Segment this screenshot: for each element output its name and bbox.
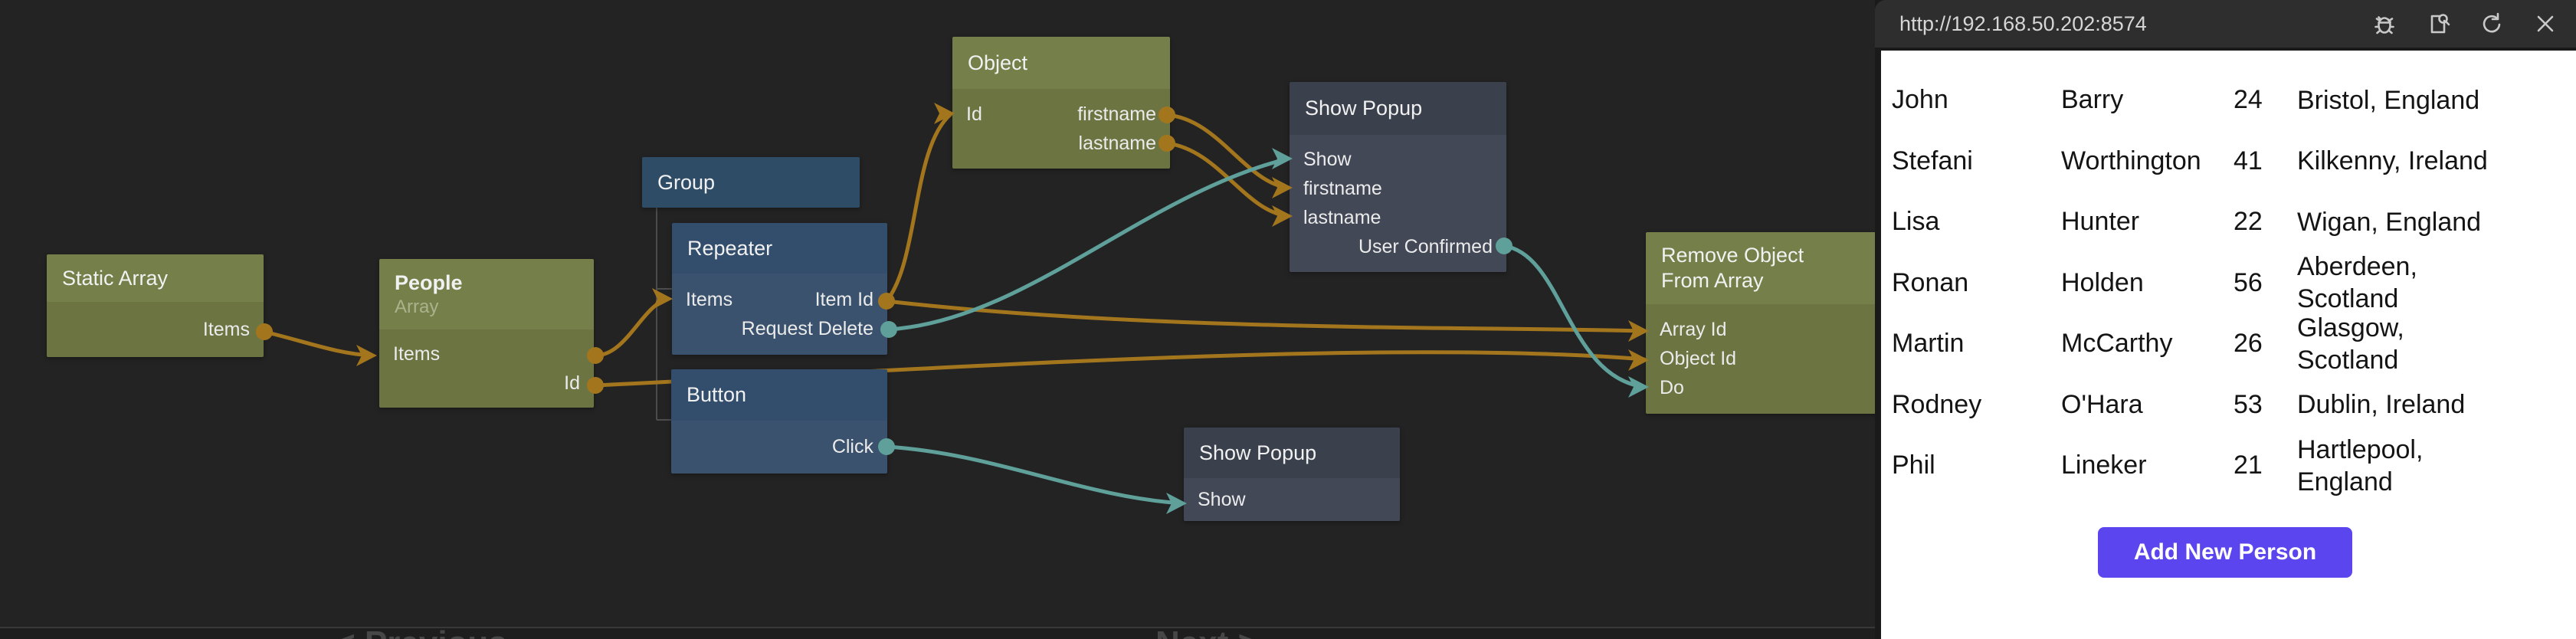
node-title: Object — [968, 51, 1155, 76]
location: Glasgow, Scotland — [2297, 312, 2568, 376]
node-title: People — [395, 270, 578, 296]
node-show-popup-new[interactable]: Show Popup Show — [1184, 428, 1400, 521]
last-name: Worthington — [2061, 146, 2234, 176]
person-row: Rodney O'Hara 53 Dublin, Ireland — [1892, 375, 2568, 436]
last-name: Barry — [2061, 85, 2234, 115]
port-userconfirmed-out[interactable]: User Confirmed — [1358, 236, 1493, 258]
age: 24 — [2234, 85, 2297, 115]
next-page-button[interactable]: Next > — [1155, 627, 1257, 639]
port-firstname-out[interactable]: firstname — [1077, 103, 1156, 126]
wire-userconfirmed-to-remove-do — [1504, 246, 1644, 387]
url-text: http://192.168.50.202:8574 — [1899, 12, 2147, 36]
node-title: Button — [687, 382, 872, 408]
last-name: Holden — [2061, 268, 2234, 298]
port-id-in[interactable]: Id — [966, 103, 982, 126]
port-show-in[interactable]: Show — [1198, 489, 1246, 511]
people-table: John Barry 24 Bristol, England Stefani W… — [1892, 70, 2568, 496]
last-name: McCarthy — [2061, 329, 2234, 359]
wire-staticarray-items-to-people-items — [264, 332, 372, 356]
person-row: Phil Lineker 21 Hartlepool, England — [1892, 435, 2568, 496]
first-name: Martin — [1892, 329, 2061, 359]
person-row: Ronan Holden 56 Aberdeen, Scotland — [1892, 253, 2568, 314]
wire-repeater-itemid-to-remove-arrayid — [887, 301, 1644, 331]
age: 53 — [2234, 390, 2297, 420]
preview-url-bar: http://192.168.50.202:8574 — [1875, 0, 2576, 48]
node-editor-canvas[interactable]: Static Array Items People Array Items Id… — [0, 0, 1875, 639]
wire-layer — [0, 0, 1875, 639]
location: Aberdeen, Scotland — [2297, 251, 2568, 315]
debug-icon[interactable] — [2371, 10, 2398, 38]
last-name: Hunter — [2061, 207, 2234, 237]
group-hierarchy-lines — [657, 208, 672, 420]
node-title: Static Array — [62, 266, 248, 291]
node-remove-object-from-array[interactable]: Remove Object From Array Array Id Object… — [1646, 232, 1875, 414]
node-show-popup-confirm[interactable]: Show Popup Show firstname lastname User … — [1290, 82, 1506, 272]
refresh-icon[interactable] — [2478, 10, 2506, 38]
age: 26 — [2234, 329, 2297, 359]
wire-repeater-itemid-to-object-id — [887, 114, 951, 301]
location: Bristol, England — [2297, 84, 2568, 116]
last-name: Lineker — [2061, 451, 2234, 480]
node-repeater[interactable]: Repeater Items Item Id Request Delete — [672, 223, 887, 355]
node-button[interactable]: Button Click — [671, 369, 887, 474]
port-do-in[interactable]: Do — [1660, 377, 1684, 399]
first-name: Stefani — [1892, 146, 2061, 176]
port-items-in[interactable]: Items — [393, 343, 440, 365]
wire-object-firstname-to-popup-firstname — [1167, 115, 1288, 188]
preview-window: http://192.168.50.202:8574 — [1875, 0, 2576, 639]
node-subtitle: Array — [395, 297, 578, 318]
canvas-bottom-divider — [0, 627, 1875, 639]
node-title: Show Popup — [1199, 441, 1385, 466]
previous-page-button[interactable]: < Previous — [336, 627, 507, 639]
port-click-out[interactable]: Click — [832, 436, 873, 458]
port-show-in[interactable]: Show — [1303, 149, 1352, 171]
node-people-array[interactable]: People Array Items Id — [379, 259, 594, 408]
port-layer — [0, 0, 1875, 639]
age: 41 — [2234, 146, 2297, 176]
node-title: Remove Object From Array — [1661, 243, 1854, 293]
port-items-out[interactable]: Items — [203, 319, 250, 341]
port-itemid-out[interactable]: Item Id — [815, 289, 873, 311]
first-name: Lisa — [1892, 207, 2061, 237]
age: 22 — [2234, 207, 2297, 237]
age: 21 — [2234, 451, 2297, 480]
open-preview-icon[interactable] — [2424, 10, 2452, 38]
node-title: Group — [657, 170, 844, 195]
person-row: Lisa Hunter 22 Wigan, England — [1892, 192, 2568, 253]
node-group[interactable]: Group — [642, 157, 860, 208]
first-name: John — [1892, 85, 2061, 115]
add-new-person-button[interactable]: Add New Person — [2098, 527, 2352, 578]
wire-object-lastname-to-popup-lastname — [1167, 143, 1288, 216]
port-lastname-in[interactable]: lastname — [1303, 207, 1381, 229]
port-firstname-in[interactable]: firstname — [1303, 178, 1382, 200]
wire-requestdelete-to-popup-show — [889, 159, 1288, 329]
age: 56 — [2234, 268, 2297, 298]
port-arrayid-in[interactable]: Array Id — [1660, 319, 1727, 341]
node-static-array[interactable]: Static Array Items — [47, 254, 264, 357]
preview-content: John Barry 24 Bristol, England Stefani W… — [1881, 51, 2576, 639]
first-name: Ronan — [1892, 268, 2061, 298]
location: Kilkenny, Ireland — [2297, 145, 2568, 177]
close-icon[interactable] — [2532, 10, 2559, 38]
location: Wigan, England — [2297, 206, 2568, 238]
wire-click-to-popup2-show — [887, 447, 1182, 503]
port-requestdelete-out[interactable]: Request Delete — [742, 318, 873, 340]
last-name: O'Hara — [2061, 390, 2234, 420]
port-objectid-in[interactable]: Object Id — [1660, 348, 1736, 370]
port-lastname-out[interactable]: lastname — [1079, 133, 1156, 155]
node-title: Show Popup — [1305, 96, 1491, 121]
person-row: John Barry 24 Bristol, England — [1892, 70, 2568, 131]
person-row: Martin McCarthy 26 Glasgow, Scotland — [1892, 313, 2568, 375]
node-title: Repeater — [687, 236, 872, 261]
first-name: Rodney — [1892, 390, 2061, 420]
port-id-out[interactable]: Id — [564, 372, 580, 395]
port-items-in[interactable]: Items — [686, 289, 732, 311]
location: Dublin, Ireland — [2297, 388, 2568, 421]
first-name: Phil — [1892, 451, 2061, 480]
wire-people-items-to-repeater-items — [595, 299, 668, 356]
person-row: Stefani Worthington 41 Kilkenny, Ireland — [1892, 131, 2568, 192]
node-object[interactable]: Object Id firstname lastname — [952, 37, 1170, 169]
location: Hartlepool, England — [2297, 434, 2568, 498]
